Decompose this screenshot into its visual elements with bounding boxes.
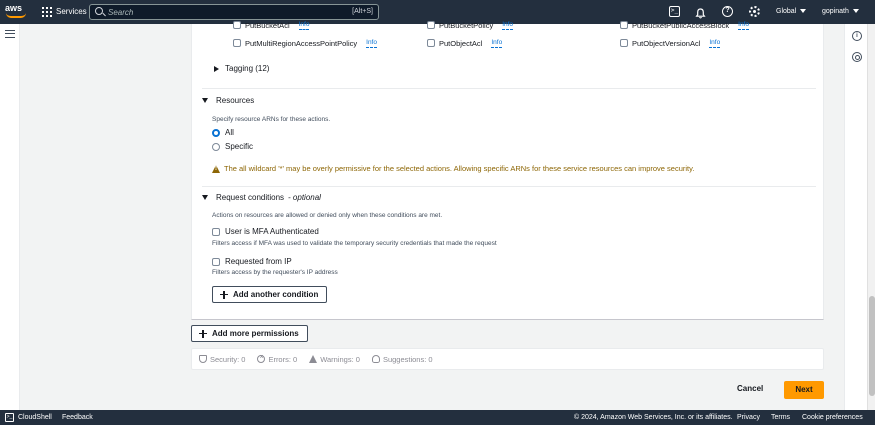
info-link[interactable]: Info <box>709 39 721 48</box>
page-scrollbar[interactable] <box>867 24 875 410</box>
lightbulb-icon <box>371 355 380 363</box>
settings-gear-icon[interactable] <box>749 6 760 17</box>
validation-security[interactable]: Security: 0 <box>199 355 245 364</box>
checkbox[interactable] <box>620 21 628 29</box>
condition-mfa-description: Filters access if MFA was used to valida… <box>212 240 497 247</box>
radio-button[interactable] <box>212 142 220 151</box>
checkbox[interactable] <box>427 21 435 29</box>
services-grid-icon[interactable] <box>42 7 52 17</box>
wildcard-warning: The all wildcard '*' may be overly permi… <box>212 164 694 173</box>
permission-item[interactable]: PutObjectVersionAcl Info <box>620 37 721 49</box>
condition-ip-description: Filters access by the requester's IP add… <box>212 269 338 276</box>
checkbox[interactable] <box>212 227 220 236</box>
region-selector[interactable]: Global <box>776 8 807 15</box>
cookie-preferences-link[interactable]: Cookie preferences <box>802 414 863 421</box>
validation-errors[interactable]: Errors: 0 <box>257 354 297 364</box>
info-panel-icon[interactable]: i <box>852 31 862 41</box>
tools-panel-icon[interactable] <box>852 52 862 62</box>
info-link[interactable]: Info <box>491 39 503 48</box>
region-label: Global <box>776 8 797 15</box>
footer: >_ CloudShell Feedback © 2024, Amazon We… <box>0 410 875 425</box>
add-more-permissions-button[interactable]: Add more permissions <box>191 325 308 342</box>
checkbox[interactable] <box>233 21 241 29</box>
copyright-text: © 2024, Amazon Web Services, Inc. or its… <box>574 414 733 421</box>
permission-item[interactable]: PutBucketPublicAccessBlock Info <box>620 19 749 31</box>
permission-item[interactable]: PutBucketAcl Info <box>233 19 310 31</box>
request-conditions-description: Actions on resources are allowed or deni… <box>212 212 443 219</box>
info-link[interactable]: Info <box>298 21 310 30</box>
permission-item[interactable]: PutObjectAcl Info <box>427 37 503 49</box>
caret-right-icon <box>214 65 219 72</box>
validation-suggestions[interactable]: Suggestions: 0 <box>371 355 433 364</box>
checkbox[interactable] <box>233 39 241 47</box>
services-menu[interactable]: Services <box>56 7 87 16</box>
privacy-link[interactable]: Privacy <box>737 414 760 421</box>
cancel-button[interactable]: Cancel <box>737 384 763 393</box>
policy-editor-card: PutBucketAcl Info PutBucketPolicy Info Put… <box>191 21 824 320</box>
resources-description: Specify resource ARNs for these actions. <box>212 116 331 123</box>
notifications-bell-icon[interactable] <box>695 6 706 19</box>
scrollbar-thumb[interactable] <box>869 296 875 396</box>
chevron-down-icon <box>852 9 859 14</box>
info-link[interactable]: Info <box>366 39 377 48</box>
plus-icon <box>220 290 228 299</box>
caret-down-icon <box>202 98 208 103</box>
checkbox[interactable] <box>620 39 628 47</box>
validation-warnings[interactable]: Warnings: 0 <box>309 355 360 364</box>
cloudshell-icon[interactable]: >_ <box>669 6 680 17</box>
permission-item[interactable]: PutBucketPolicy Info <box>427 19 514 31</box>
cloudshell-icon[interactable]: >_ <box>5 413 14 422</box>
condition-mfa[interactable]: User is MFA Authenticated <box>212 227 319 236</box>
next-button[interactable]: Next <box>784 381 824 399</box>
policy-validation-bar: Security: 0 Errors: 0 Warnings: 0 Sugges… <box>191 348 824 370</box>
plus-icon <box>199 329 207 338</box>
radio-all[interactable]: All <box>212 128 234 137</box>
help-icon[interactable]: ? <box>722 6 733 17</box>
search-icon <box>95 7 103 15</box>
warning-icon <box>309 355 318 363</box>
left-side-rail <box>0 24 20 410</box>
divider <box>202 88 816 89</box>
error-icon <box>257 354 266 363</box>
resources-header[interactable]: Resources <box>202 96 254 105</box>
aws-logo[interactable]: aws <box>5 3 29 21</box>
checkbox[interactable] <box>427 39 435 47</box>
terms-link[interactable]: Terms <box>771 414 790 421</box>
warning-icon <box>212 164 220 173</box>
divider <box>202 186 816 187</box>
search-input[interactable] <box>108 6 328 18</box>
right-tools-rail: i <box>844 24 867 410</box>
condition-ip[interactable]: Requested from IP <box>212 257 292 266</box>
tagging-expander[interactable]: Tagging (12) <box>214 64 269 73</box>
add-another-condition-button[interactable]: Add another condition <box>212 286 328 303</box>
caret-down-icon <box>202 195 208 200</box>
shield-icon <box>199 355 207 363</box>
checkbox[interactable] <box>212 257 220 266</box>
radio-button-selected[interactable] <box>212 128 220 137</box>
info-link[interactable]: Info <box>738 21 749 30</box>
radio-specific[interactable]: Specific <box>212 142 253 151</box>
feedback-link[interactable]: Feedback <box>62 414 93 421</box>
menu-hamburger-icon[interactable] <box>5 30 15 38</box>
chevron-down-icon <box>800 9 807 14</box>
account-menu[interactable]: gopinath <box>822 8 859 15</box>
cloudshell-link[interactable]: CloudShell <box>18 414 52 421</box>
request-conditions-header[interactable]: Request conditions - optional <box>202 193 321 202</box>
permission-item[interactable]: PutMultiRegionAccessPointPolicy Info <box>233 37 377 49</box>
search-box[interactable]: [Alt+S] <box>89 4 379 20</box>
info-link[interactable]: Info <box>502 21 514 30</box>
account-label: gopinath <box>822 8 849 15</box>
search-shortcut: [Alt+S] <box>352 8 373 15</box>
